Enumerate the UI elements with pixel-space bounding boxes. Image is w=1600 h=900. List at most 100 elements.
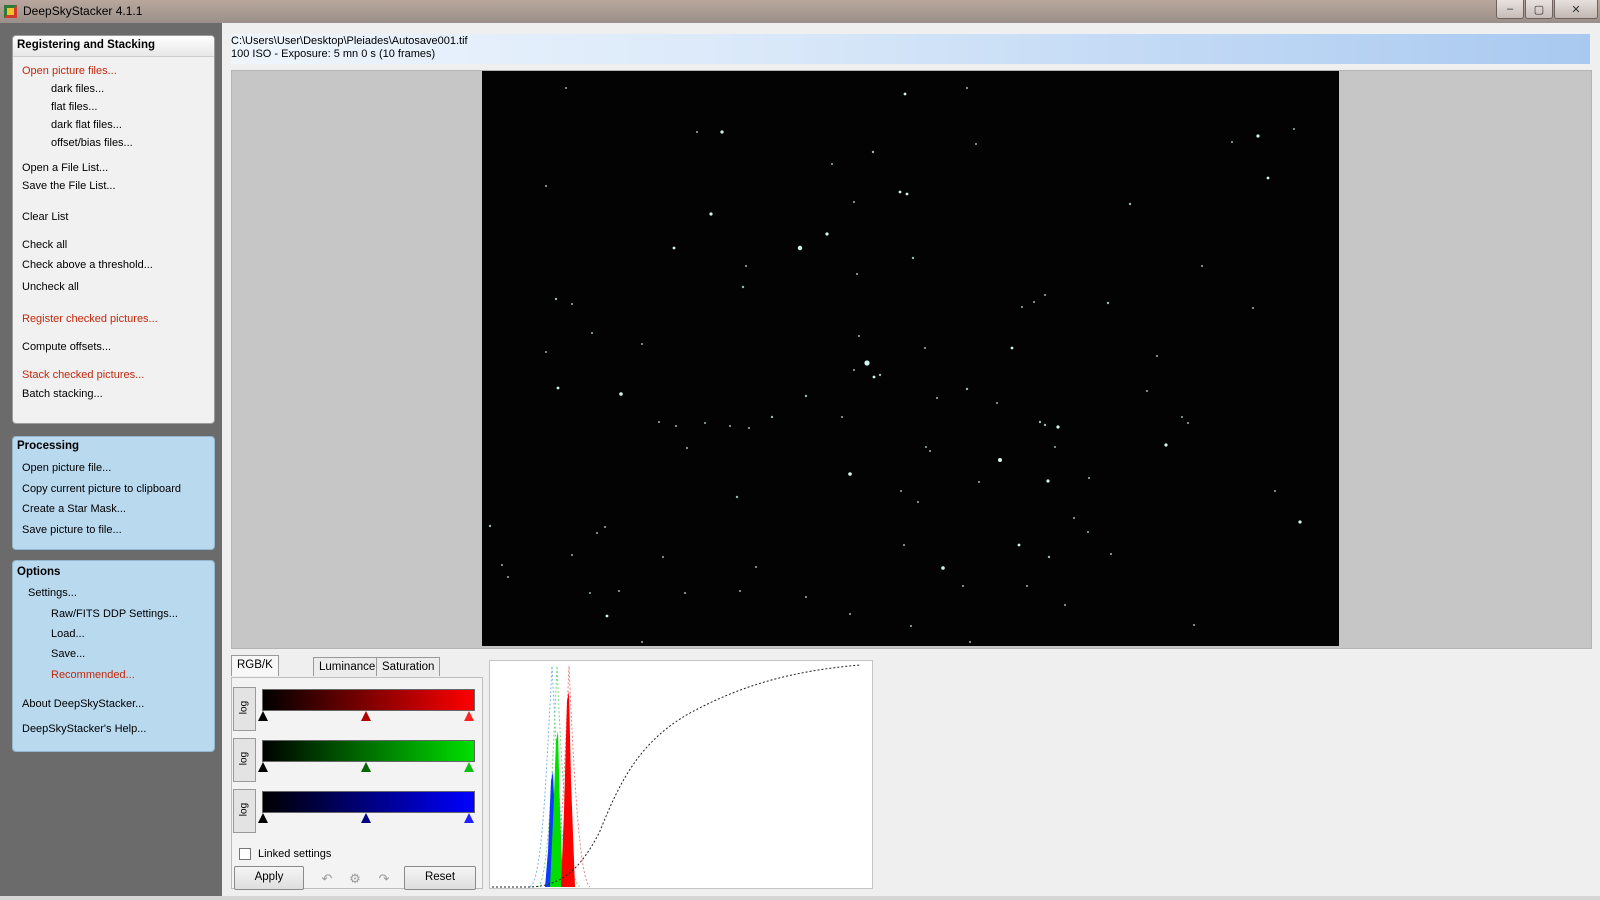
minimize-button[interactable]: –: [1496, 0, 1524, 19]
check-above-threshold-link[interactable]: Check above a threshold...: [22, 259, 153, 271]
star: [1033, 301, 1035, 303]
star: [1156, 355, 1158, 357]
settings-link[interactable]: Settings...: [28, 587, 77, 599]
save-file-list-link[interactable]: Save the File List...: [22, 180, 116, 192]
tab-luminance[interactable]: Luminance: [313, 657, 382, 676]
offset-bias-files-link[interactable]: offset/bias files...: [51, 137, 133, 149]
star: [853, 201, 855, 203]
batch-stacking-link[interactable]: Batch stacking...: [22, 388, 103, 400]
blue-black-point-handle[interactable]: [258, 813, 268, 823]
red-white-point-handle[interactable]: [464, 711, 474, 721]
open-picture-files-link[interactable]: Open picture files...: [22, 65, 117, 77]
star: [1110, 553, 1112, 555]
star-field-image[interactable]: [482, 71, 1339, 646]
star: [1231, 141, 1233, 143]
blue-slider-track[interactable]: [258, 813, 474, 830]
tab-luminance-label: Luminance: [319, 661, 376, 673]
red-slider-track[interactable]: [258, 711, 474, 728]
create-star-mask-link[interactable]: Create a Star Mask...: [22, 503, 126, 515]
star: [696, 131, 698, 133]
uncheck-all-link[interactable]: Uncheck all: [22, 281, 79, 293]
red-midtone-handle[interactable]: [361, 711, 371, 721]
open-picture-file-link[interactable]: Open picture file...: [22, 462, 111, 474]
processing-title: Processing: [17, 440, 79, 452]
apply-button[interactable]: Apply: [234, 866, 304, 890]
star: [748, 427, 750, 429]
star: [898, 190, 902, 194]
green-white-point-handle[interactable]: [464, 762, 474, 772]
star: [1181, 416, 1183, 418]
red-black-point-handle[interactable]: [258, 711, 268, 721]
copy-to-clipboard-link[interactable]: Copy current picture to clipboard: [22, 483, 181, 495]
green-black-point-handle[interactable]: [258, 762, 268, 772]
star: [1056, 425, 1060, 429]
star: [1064, 604, 1066, 606]
star: [741, 285, 745, 289]
check-all-link[interactable]: Check all: [22, 239, 67, 251]
blue-midtone-handle[interactable]: [361, 813, 371, 823]
redo-icon[interactable]: ↷: [375, 871, 393, 887]
star: [658, 421, 660, 423]
load-link[interactable]: Load...: [51, 628, 85, 640]
green-midtone-handle[interactable]: [361, 762, 371, 772]
registering-title: Registering and Stacking: [17, 39, 156, 51]
dark-flat-files-link[interactable]: dark flat files...: [51, 119, 122, 131]
star: [755, 566, 757, 568]
raw-fits-settings-link[interactable]: Raw/FITS DDP Settings...: [51, 608, 178, 620]
star: [872, 375, 876, 379]
star: [507, 576, 509, 578]
stack-checked-link[interactable]: Stack checked pictures...: [22, 369, 144, 381]
open-file-list-link[interactable]: Open a File List...: [22, 162, 108, 174]
histogram[interactable]: [489, 660, 873, 889]
tab-rgb-levels[interactable]: RGB/K Levels: [231, 655, 279, 689]
star: [591, 332, 593, 334]
star: [571, 554, 573, 556]
flat-files-link[interactable]: flat files...: [51, 101, 97, 113]
green-log-toggle[interactable]: log: [233, 738, 256, 782]
register-checked-link[interactable]: Register checked pictures...: [22, 313, 158, 325]
star: [605, 614, 609, 618]
help-link[interactable]: DeepSkyStacker's Help...: [22, 723, 146, 735]
star: [871, 150, 875, 154]
star: [1164, 443, 1168, 447]
save-link[interactable]: Save...: [51, 648, 85, 660]
log-label: log: [238, 802, 250, 817]
blue-log-toggle[interactable]: log: [233, 789, 256, 833]
blue-white-point-handle[interactable]: [464, 813, 474, 823]
red-log-toggle[interactable]: log: [233, 687, 256, 731]
recommended-link[interactable]: Recommended...: [51, 669, 135, 681]
star: [619, 392, 623, 396]
star: [501, 564, 503, 566]
red-channel-row: log: [233, 685, 478, 732]
star: [545, 185, 547, 187]
maximize-icon: ▢: [1533, 3, 1545, 16]
about-link[interactable]: About DeepSkyStacker...: [22, 698, 144, 710]
star: [1187, 422, 1189, 424]
app-icon: [4, 5, 17, 18]
star: [1021, 306, 1023, 308]
star: [965, 387, 969, 391]
linked-settings[interactable]: Linked settings: [239, 848, 331, 860]
tab-saturation[interactable]: Saturation: [376, 657, 441, 676]
linked-settings-checkbox[interactable]: [239, 848, 251, 860]
star: [745, 265, 747, 267]
star: [704, 422, 706, 424]
star: [849, 613, 851, 615]
star: [978, 481, 980, 483]
clear-list-link[interactable]: Clear List: [22, 211, 68, 223]
close-button[interactable]: ✕: [1554, 0, 1598, 19]
dark-files-link[interactable]: dark files...: [51, 83, 104, 95]
maximize-button[interactable]: ▢: [1525, 0, 1553, 19]
blue-channel-row: log: [233, 787, 478, 834]
star: [925, 446, 927, 448]
gear-icon[interactable]: ⚙: [346, 871, 364, 887]
green-slider-track[interactable]: [258, 762, 474, 779]
file-exposure-info: 100 ISO - Exposure: 5 mn 0 s (10 frames): [231, 48, 436, 60]
undo-icon[interactable]: ↶: [318, 871, 336, 887]
red-gradient: [262, 689, 475, 711]
reset-button[interactable]: Reset: [404, 866, 476, 890]
save-picture-link[interactable]: Save picture to file...: [22, 524, 122, 536]
star: [878, 373, 882, 377]
compute-offsets-link[interactable]: Compute offsets...: [22, 341, 111, 353]
star: [596, 532, 598, 534]
